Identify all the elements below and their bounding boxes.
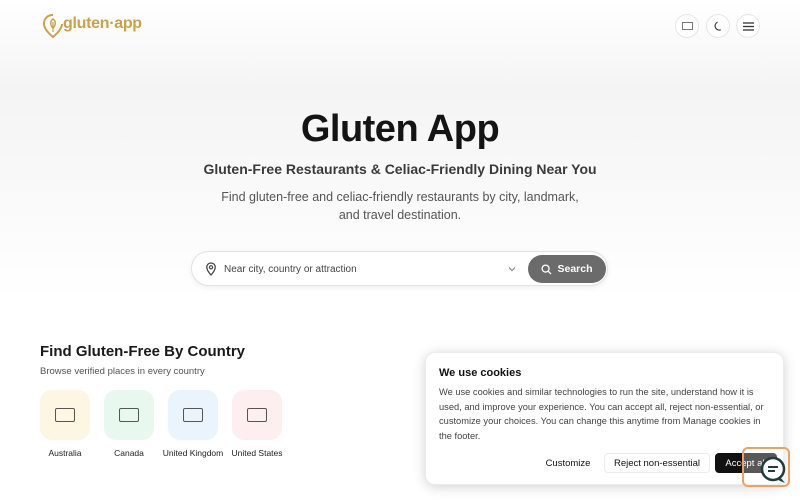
country-label: Canada (114, 448, 144, 458)
search-bar: Search (191, 251, 608, 286)
country-label: Australia (48, 448, 82, 458)
countries-section-subtitle: Browse verified places in every country (40, 366, 205, 377)
hamburger-menu-icon (742, 21, 754, 31)
logo-pin-icon (42, 14, 63, 39)
location-pin-icon (206, 262, 216, 276)
country-card-united-states[interactable]: United States (231, 390, 283, 458)
country-card-canada[interactable]: Canada (104, 390, 154, 458)
australia-flag-icon (40, 390, 90, 440)
hero-description: Find gluten-free and celiac-friendly res… (221, 190, 579, 222)
country-label: United States (231, 448, 283, 458)
country-list: Australia Canada United Kingdom United S… (40, 390, 283, 458)
reject-non-essential-button[interactable]: Reject non-essential (604, 453, 710, 473)
cookie-consent-dialog: We use cookies We use cookies and simila… (425, 352, 784, 485)
chat-bubble-icon (760, 456, 786, 483)
flag-icon (681, 22, 693, 30)
moon-icon (714, 21, 721, 31)
theme-toggle-button[interactable] (706, 14, 730, 38)
logo[interactable]: gluten·app (42, 13, 142, 39)
search-icon (541, 263, 553, 275)
united-kingdom-flag-icon (168, 390, 218, 440)
logo-text: gluten·app (63, 15, 142, 32)
country-label: United Kingdom (162, 448, 224, 458)
country-card-united-kingdom[interactable]: United Kingdom (163, 390, 223, 458)
chat-widget-button[interactable] (742, 447, 790, 487)
customize-cookies-button[interactable]: Customize (538, 453, 598, 473)
countries-section-title: Find Gluten-Free By Country (40, 343, 246, 360)
search-button[interactable]: Search (528, 255, 606, 283)
hero-title: Gluten App (300, 108, 500, 150)
site-header: gluten·app (0, 0, 800, 52)
search-button-label: Search (557, 263, 593, 275)
language-button[interactable] (675, 14, 699, 38)
canada-flag-icon (104, 390, 154, 440)
country-card-australia[interactable]: Australia (40, 390, 90, 458)
cookie-dialog-body: We use cookies and similar technologies … (439, 387, 764, 441)
location-search-input[interactable] (224, 260, 494, 278)
menu-button[interactable] (736, 14, 760, 38)
cookie-dialog-title: We use cookies (439, 367, 522, 379)
hero-subtitle: Gluten-Free Restaurants & Celiac-Friendl… (203, 161, 597, 177)
chevron-down-icon[interactable] (506, 263, 518, 275)
united-states-flag-icon (232, 390, 282, 440)
